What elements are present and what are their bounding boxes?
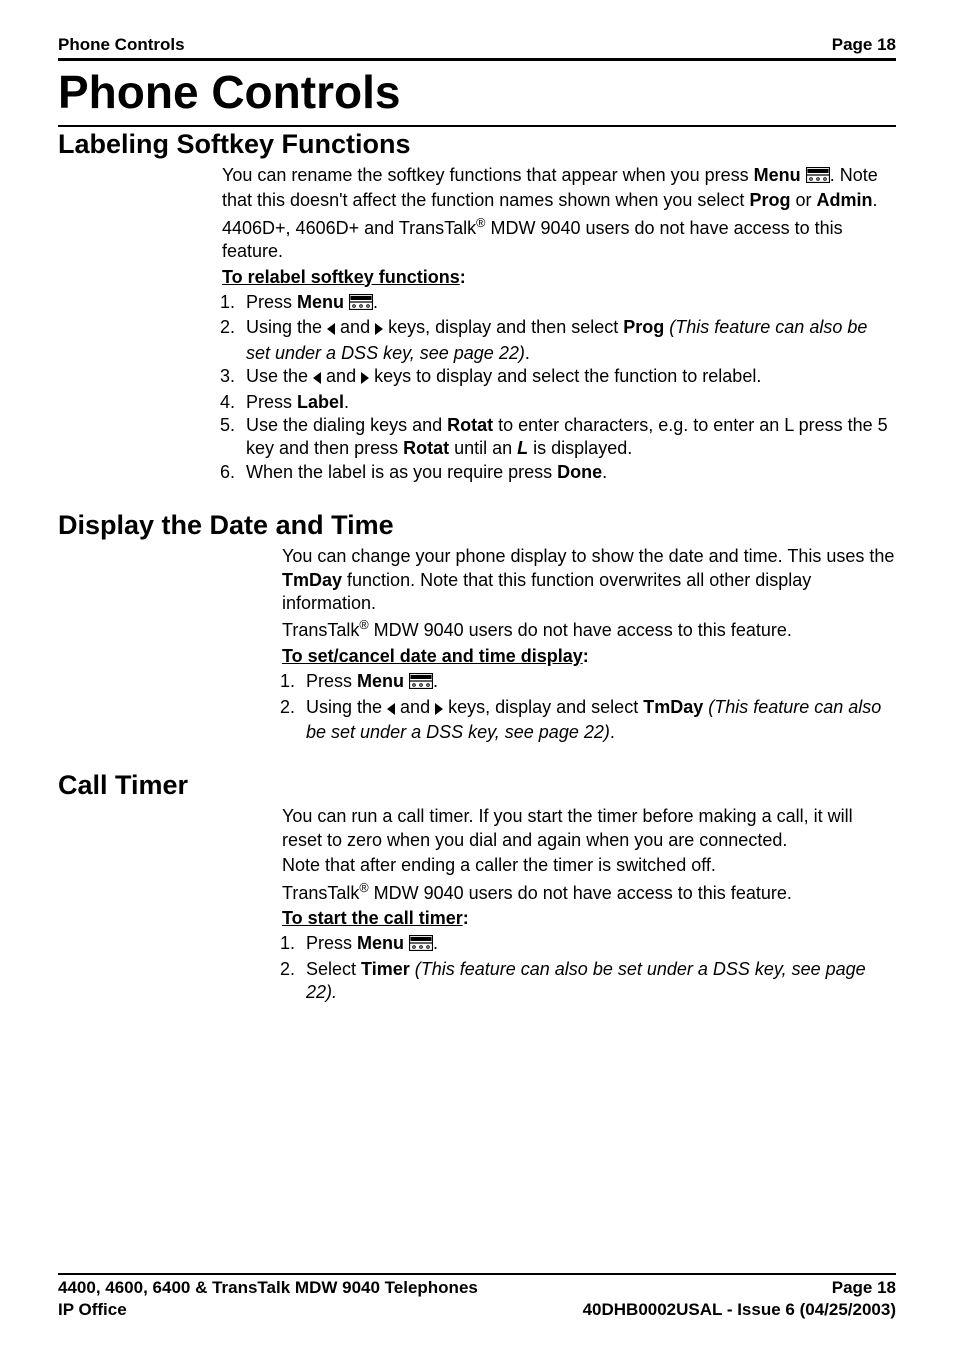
page-footer: 4400, 4600, 6400 & TransTalk MDW 9040 Te…: [58, 1273, 896, 1321]
labeling-step-5: Use the dialing keys and Rotat to enter …: [240, 414, 896, 461]
timer-step-1: Press Menu .: [300, 932, 896, 957]
timer-intro1: You can run a call timer. If you start t…: [282, 805, 896, 852]
timer-intro3: TransTalk® MDW 9040 users do not have ac…: [282, 880, 896, 905]
menu-icon: [806, 166, 830, 189]
left-arrow-icon: [327, 318, 335, 341]
registered-mark: ®: [359, 618, 368, 632]
section-body-labeling: You can rename the softkey functions tha…: [222, 164, 896, 484]
datetime-steps: Press Menu . Using the and keys, display…: [282, 670, 896, 744]
labeling-step-6: When the label is as you require press D…: [240, 461, 896, 484]
menu-icon: [349, 293, 373, 316]
datetime-subhead: To set/cancel date and time display:: [282, 645, 896, 668]
labeling-subhead: To relabel softkey functions:: [222, 266, 896, 289]
section-heading-datetime: Display the Date and Time: [58, 508, 896, 543]
left-arrow-icon: [313, 367, 321, 390]
datetime-intro2: TransTalk® MDW 9040 users do not have ac…: [282, 617, 896, 642]
labeling-step-2: Using the and keys, display and then sel…: [240, 316, 896, 365]
footer-row2-right: 40DHB0002USAL - Issue 6 (04/25/2003): [583, 1299, 896, 1321]
page-header: Phone Controls Page 18: [58, 34, 896, 61]
right-arrow-icon: [361, 367, 369, 390]
footer-row1-right: Page 18: [832, 1277, 896, 1299]
labeling-steps: Press Menu . Using the and keys, display…: [222, 291, 896, 484]
footer-row1-left: 4400, 4600, 6400 & TransTalk MDW 9040 Te…: [58, 1277, 478, 1299]
right-arrow-icon: [435, 698, 443, 721]
labeling-step-4: Press Label.: [240, 391, 896, 414]
left-arrow-icon: [387, 698, 395, 721]
header-left: Phone Controls: [58, 34, 185, 56]
section-heading-labeling: Labeling Softkey Functions: [58, 127, 896, 162]
footer-row2-left: IP Office: [58, 1299, 127, 1321]
labeling-intro1: You can rename the softkey functions tha…: [222, 164, 896, 213]
labeling-step-1: Press Menu .: [240, 291, 896, 316]
timer-steps: Press Menu . Select Timer (This feature …: [282, 932, 896, 1004]
datetime-step-2: Using the and keys, display and select T…: [300, 696, 896, 745]
section-heading-timer: Call Timer: [58, 768, 896, 803]
section-body-timer: You can run a call timer. If you start t…: [282, 805, 896, 1004]
right-arrow-icon: [375, 318, 383, 341]
labeling-intro2: 4406D+, 4606D+ and TransTalk® MDW 9040 u…: [222, 215, 896, 264]
main-title: Phone Controls: [58, 63, 896, 123]
labeling-step-3: Use the and keys to display and select t…: [240, 365, 896, 390]
datetime-intro1: You can change your phone display to sho…: [282, 545, 896, 615]
menu-icon: [409, 672, 433, 695]
timer-subhead: To start the call timer:: [282, 907, 896, 930]
registered-mark: ®: [359, 881, 368, 895]
datetime-step-1: Press Menu .: [300, 670, 896, 695]
section-body-datetime: You can change your phone display to sho…: [282, 545, 896, 744]
header-right: Page 18: [832, 34, 896, 56]
timer-step-2: Select Timer (This feature can also be s…: [300, 958, 896, 1005]
timer-intro2: Note that after ending a caller the time…: [282, 854, 896, 877]
menu-icon: [409, 934, 433, 957]
